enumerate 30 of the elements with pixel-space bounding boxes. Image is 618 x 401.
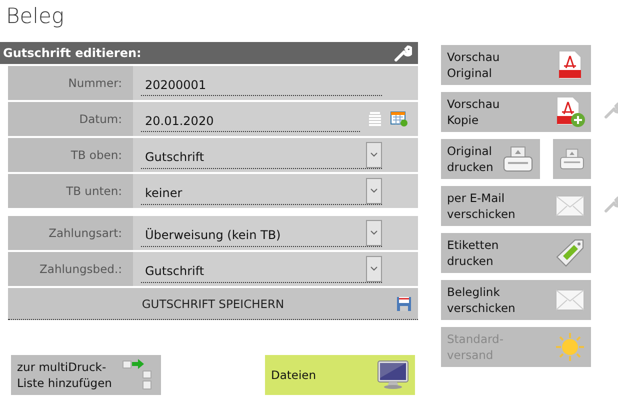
action-button[interactable]: zur multiDruck- Liste hinzufügen <box>11 355 161 395</box>
print-button[interactable] <box>553 139 591 179</box>
field-label: TB oben: <box>70 148 122 162</box>
monitor-icon <box>377 360 409 390</box>
list-icon[interactable] <box>368 112 382 126</box>
form-title: Gutschrift editieren: <box>3 46 142 60</box>
field-label: Datum: <box>79 112 122 126</box>
page-title: Beleg <box>6 4 66 30</box>
action-button[interactable]: Original drucken <box>441 139 540 179</box>
chevron-down-icon <box>370 152 378 157</box>
chevron-down-icon <box>370 266 378 271</box>
tag-icon <box>555 238 585 268</box>
field-label: Zahlungsart: <box>48 226 122 240</box>
chevron-down-icon <box>370 188 378 193</box>
field-label: TB unten: <box>66 184 122 198</box>
field-label: Zahlungsbed.: <box>40 262 122 276</box>
chevron-down-icon <box>370 230 378 235</box>
action-button[interactable]: per E-Mail verschicken <box>441 186 591 226</box>
calendar-icon[interactable] <box>390 111 408 127</box>
envelope-icon <box>555 195 585 217</box>
action-button[interactable]: Etiketten drucken <box>441 233 591 273</box>
save-button[interactable]: GUTSCHRIFT SPEICHERN <box>8 288 418 320</box>
field-label: Nummer: <box>68 76 122 90</box>
envelope-icon <box>555 289 585 311</box>
action-button[interactable]: Dateien <box>265 355 415 395</box>
action-button[interactable]: Vorschau Kopie <box>441 92 591 132</box>
action-button[interactable]: Beleglink verschicken <box>441 280 591 320</box>
action-button[interactable]: Vorschau Original <box>441 45 591 85</box>
printer-icon <box>502 145 534 173</box>
sun-icon <box>555 332 585 362</box>
